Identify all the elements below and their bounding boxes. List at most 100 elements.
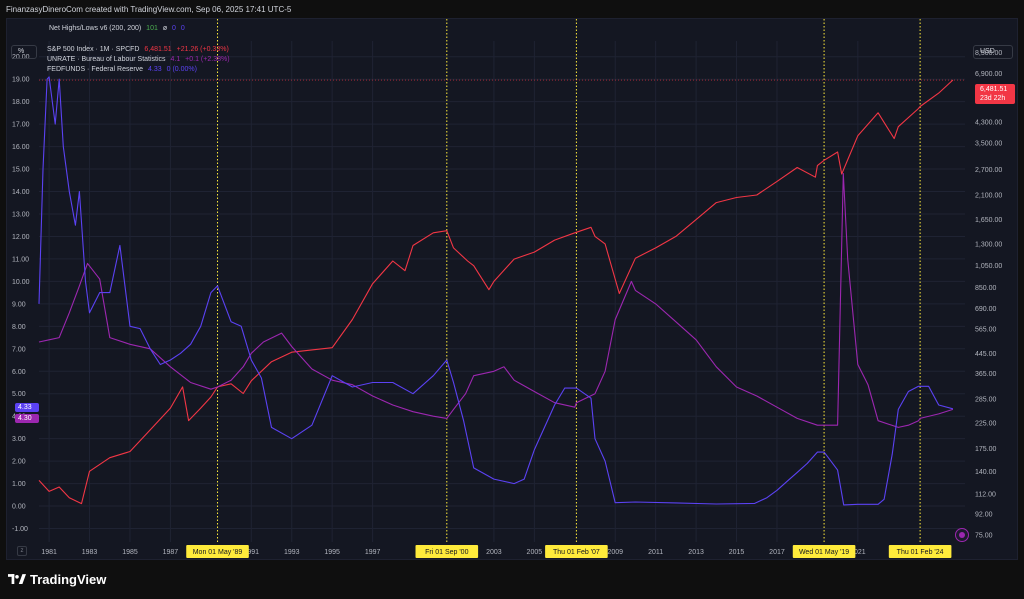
left-tick-label: 15.00 [12,167,30,174]
date-marker-label: Thu 01 Feb '07 [545,545,608,558]
date-marker-label: Mon 01 May '89 [186,545,249,558]
left-tick-label: 0.00 [12,504,26,511]
right-tick-label: 1,050.00 [975,263,1002,270]
sp500-countdown: 23d 22h [980,95,1006,102]
x-tick-label: 2015 [729,549,745,556]
date-marker-label-text: Fri 01 Sep '00 [425,549,468,556]
right-tick-label: 690.00 [975,306,997,313]
legend-sp500-value: 6,481.51 [144,46,172,53]
date-marker-label-text: Thu 01 Feb '07 [553,549,600,556]
right-tick-label: 850.00 [975,285,997,292]
x-tick-label: 1985 [122,549,138,556]
x-tick-label: 2009 [607,549,623,556]
left-tick-label: 14.00 [12,189,30,196]
left-tick-label: -1.00 [12,526,28,533]
right-tick-label: 140.00 [975,469,997,476]
x-tick-label: 1983 [82,549,98,556]
fedfunds-price-chip: 4.33 [15,403,39,412]
chart-caption: FinanzasyDineroCom created with TradingV… [0,0,1024,18]
indicator-value-1: 101 [146,25,158,32]
indicator-legend[interactable]: Net Highs/Lows v6 (200, 200) 101 ø 0 0 [49,25,185,32]
x-tick-label: 2005 [527,549,543,556]
right-tick-label: 2,700.00 [975,167,1002,174]
right-tick-label: 565.00 [975,326,997,333]
left-tick-label: 11.00 [12,256,29,263]
legend-unrate[interactable]: UNRATE · Bureau of Labour Statistics 4.1… [47,56,230,63]
x-tick-label: 1995 [324,549,340,556]
legend-fedfunds[interactable]: FEDFUNDS · Federal Reserve 4.33 0 (0.00%… [47,66,197,73]
settings-icon: z [20,548,24,554]
legend-fedfunds-value: 4.33 [148,66,162,73]
right-tick-label: 4,300.00 [975,119,1002,126]
date-marker-label-text: Mon 01 May '89 [193,549,243,556]
date-markers [217,19,921,542]
right-tick-label: 175.00 [975,446,997,453]
date-marker-label-text: Thu 01 Feb '24 [897,549,944,556]
left-scale-button[interactable]: % [11,45,37,59]
x-tick-label: 2011 [648,549,663,556]
right-tick-label: 2,100.00 [975,192,1002,199]
sp500-price-chip: 6,481.51 23d 22h [975,84,1015,104]
right-tick-label: 1,650.00 [975,217,1002,224]
legend-unrate-value: 4.1 [170,56,181,63]
indicator-value-4: 0 [180,25,185,32]
right-tick-label: 92.00 [975,512,993,519]
right-tick-label: 225.00 [975,420,997,427]
left-tick-label: 19.00 [12,77,30,84]
legend-fedfunds-change: 0 (0.00%) [166,66,197,73]
scale-settings-button[interactable]: z [17,546,27,556]
right-tick-label: 365.00 [975,371,997,378]
left-tick-label: 6.00 [12,369,26,376]
x-tick-label: 1993 [284,549,300,556]
fedfunds-line [38,76,954,506]
right-tick-label: 3,500.00 [975,140,1002,147]
footer-bar: TradingView [0,560,1024,599]
left-axis: 20.0019.0018.0017.0016.0015.0014.0013.00… [12,54,30,533]
right-tick-label: 75.00 [975,532,993,539]
left-tick-label: 2.00 [12,459,26,466]
tradingview-logo-icon [8,574,26,584]
x-tick-label: 2003 [486,549,502,556]
date-marker-labels: Mon 01 May '89 Fri 01 Sep '00 Thu 01 Feb '… [186,545,952,558]
unrate-line [38,173,954,428]
left-tick-label: 8.00 [12,324,26,331]
indicator-value-2: ø [162,25,168,32]
unrate-price-chip: 4.30 [15,414,39,423]
left-tick-label: 18.00 [12,99,30,106]
date-marker-label: Thu 01 Feb '24 [888,545,952,558]
left-tick-label: 17.00 [12,122,30,129]
left-tick-label: 3.00 [12,436,26,443]
chart-panel[interactable]: 20.00 19.00 18.00 17.00 16.00 15.00 14.00 13.00… [6,18,1018,560]
x-tick-label: 2017 [769,549,785,556]
x-tick-label: 1987 [163,549,179,556]
date-marker-label: Wed 01 May '19 [792,545,856,558]
series-lines [38,76,965,506]
right-tick-label: 285.00 [975,396,997,403]
legend-unrate-change: +0.1 (+2.38%) [185,56,230,63]
left-tick-label: 10.00 [12,279,30,286]
legend-sp500[interactable]: S&P 500 Index · 1M · SPCFD 6,481.51 +21.… [47,46,229,53]
legend-unrate-name: UNRATE · Bureau of Labour Statistics [47,56,166,63]
left-tick-label: 16.00 [12,144,30,151]
right-scale-button[interactable]: USD [973,45,1013,59]
x-tick-label: 2013 [688,549,704,556]
sp500-line [38,79,954,505]
realtime-icon [959,532,965,538]
indicator-value-3: 0 [172,25,176,32]
right-tick-label: 1,300.00 [975,241,1002,248]
legend-sp500-name: S&P 500 Index · 1M · SPCFD [47,46,140,53]
left-tick-label: 12.00 [12,234,30,241]
goto-realtime-button[interactable] [955,528,969,542]
left-tick-label: 1.00 [12,481,26,488]
legend-sp500-change: +21.26 (+0.33%) [176,46,229,53]
right-tick-label: 445.00 [975,351,997,358]
tradingview-logo[interactable]: TradingView [8,572,106,587]
right-tick-label: 112.00 [975,492,996,499]
chart-svg[interactable]: 20.0019.0018.0017.0016.0015.0014.0013.00… [7,19,1019,561]
left-tick-label: 5.00 [12,391,26,398]
x-tick-label: 1997 [365,549,381,556]
right-tick-label: 6,900.00 [975,71,1002,78]
date-marker-label: Fri 01 Sep '00 [415,545,479,558]
sp500-price: 6,481.51 [980,86,1008,93]
grid [39,41,965,542]
